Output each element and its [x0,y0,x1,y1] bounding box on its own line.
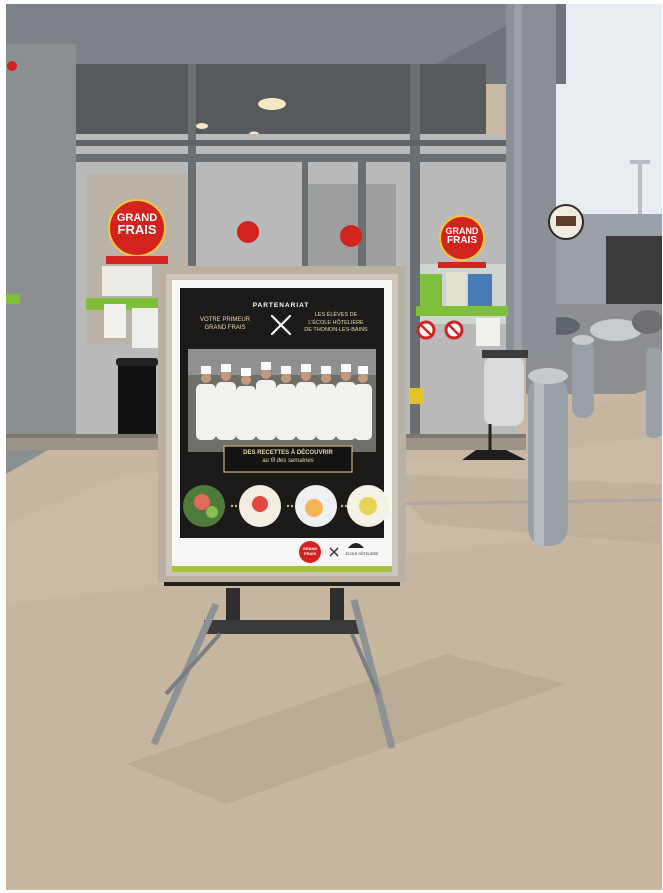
poster-partnership-title: PARTENARIAT [252,302,310,309]
poster-right-block: LES ÉLÈVES DE L'ÉCOLE HÔTELIÈRE DE THONO… [290,312,382,335]
right-line-1: LES ÉLÈVES DE [314,312,358,318]
left-line-2: GRAND FRAIS [204,325,246,331]
recipes-banner-text: DES RECETTES À DÉCOUVRIR au fil des sema… [224,449,352,465]
storefront-scene [6,4,662,890]
store-sign-left-text: GRAND FRAIS [109,212,165,236]
left-line-1: VOTRE PRIMEUR [199,317,250,323]
footer-logo-line-2: FRAIS [304,551,316,556]
sign-line-2: FRAIS [117,222,157,237]
photo-frame: GRAND FRAIS GRAND FRAIS PARTENARIAT VOTR… [6,4,662,890]
banner-line-2: au fil des semaines [262,458,314,464]
left-wall [6,44,76,484]
footer-grand-frais-logo-text: GRAND FRAIS [299,546,321,556]
school-logo-text: ÉCOLE HÔTELIÈRE [345,552,379,556]
chef-figures [196,380,372,440]
bollard [528,368,568,546]
store-sign-right-text: GRAND FRAIS [440,226,484,246]
right-line-2: L'ÉCOLE HÔTELIÈRE [308,319,364,326]
right-line-3: DE THONON-LES-BAINS [304,327,368,333]
banner-line-1: DES RECETTES À DÉCOUVRIR [243,450,333,456]
right-pillar [506,4,556,354]
poster-left-block: VOTRE PRIMEUR GRAND FRAIS [186,316,264,332]
grand-frais-sign-small [237,221,259,243]
sign-line-2: FRAIS [447,235,477,246]
ceiling-light [258,98,286,110]
